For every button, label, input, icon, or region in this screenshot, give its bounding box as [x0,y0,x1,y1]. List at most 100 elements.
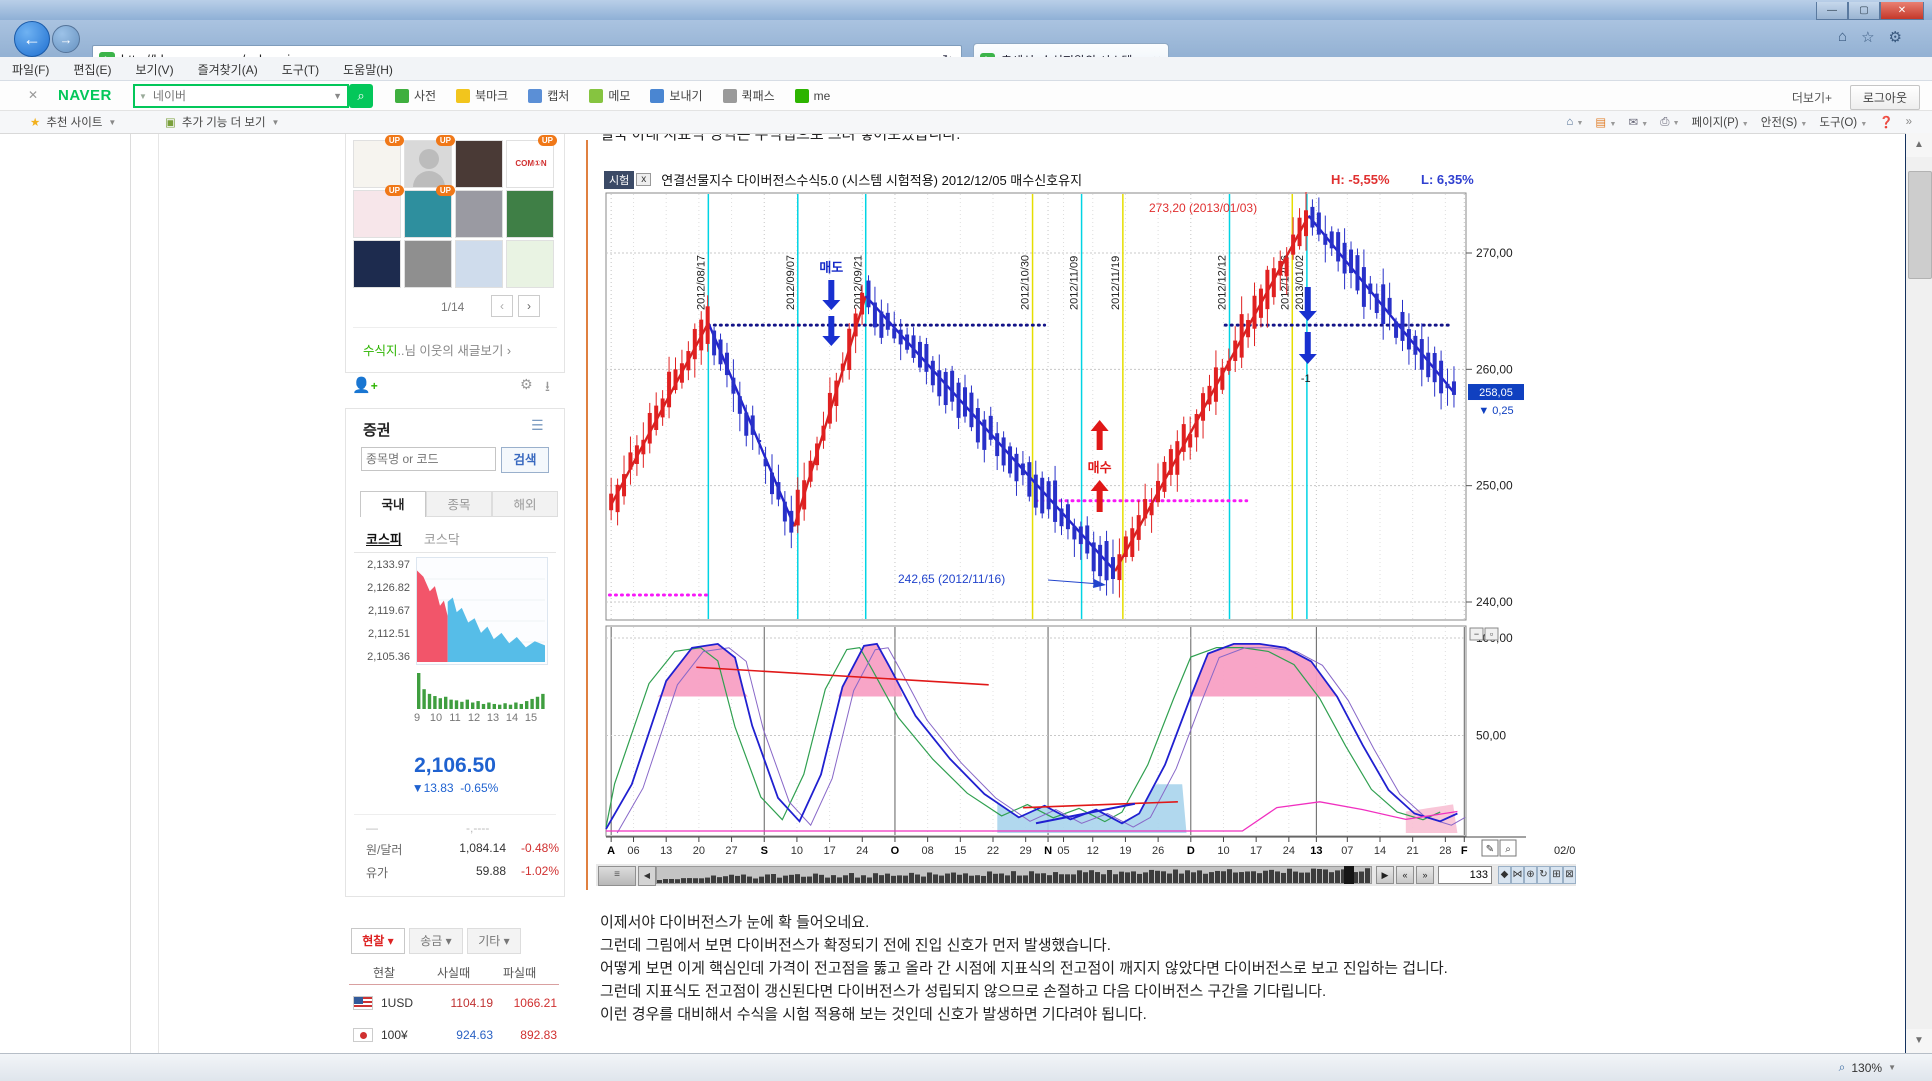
command-페이지(P)[interactable]: 페이지(P) ▼ [1692,114,1749,130]
scroll-left-button[interactable]: ◀ [638,866,656,886]
buddy-thumbnail[interactable] [506,190,554,238]
exchange-tab-현찰[interactable]: 현찰 ▾ [351,928,405,954]
toolbar-button-퀵패스[interactable]: 퀵패스 [713,81,785,110]
scroll-volume-silhouette [1239,872,1244,883]
search-dropdown-icon[interactable]: ▼ [135,92,151,101]
exchange-tab-기타[interactable]: 기타 ▾ [467,928,521,954]
buddy-thumbnail[interactable]: UP [353,140,401,188]
scroll-count-field[interactable]: 133 [1438,866,1492,884]
buddy-thumbnail[interactable] [506,240,554,288]
toolbar-button-북마크[interactable]: 북마크 [446,81,518,110]
stock-tab-국내[interactable]: 국내 [360,491,426,517]
scroll-down-arrow[interactable]: ▼ [1906,1029,1932,1053]
home-icon[interactable]: ⌂ ▼ [1566,116,1583,128]
favorites-star-icon[interactable]: ☆ [1861,28,1874,46]
close-window-button[interactable]: ✕ [1880,2,1924,20]
menu-보기(V)[interactable]: 보기(V) [123,57,185,78]
chart-toolbar-icon[interactable]: ◆ [1498,866,1511,884]
chart-toolbar-icon[interactable]: ⋈ [1511,866,1524,884]
toolbar-button-메모[interactable]: 메모 [579,81,640,110]
stock-tab-해외[interactable]: 해외 [492,491,558,517]
kospi-x-label: 10 [427,712,445,724]
overflow-chevron-icon[interactable]: » [1906,116,1912,128]
home-icon[interactable]: ⌂ [1838,28,1847,46]
toolbar-more-link[interactable]: 더보기+ [1792,89,1832,106]
jp-flag-circle [360,1032,367,1039]
widget-settings-gear-icon[interactable]: ⚙ [520,376,533,393]
scroll-track[interactable] [656,866,1372,884]
toolbar-button-보내기[interactable]: 보내기 [640,81,712,110]
back-button[interactable]: ← [14,21,50,57]
scroll-nav-button[interactable]: ▶ [1376,866,1394,884]
print-icon[interactable]: ⎙ ▼ [1660,116,1679,129]
maximize-button[interactable]: ▢ [1848,2,1880,20]
menu-도구(T)[interactable]: 도구(T) [270,57,331,78]
scroll-volume-silhouette [723,876,728,883]
list-view-icon[interactable]: ☰ [531,417,544,434]
stock-tab-종목[interactable]: 종목 [426,491,492,517]
chart-toolbar-icon[interactable]: ⊠ [1563,866,1576,884]
naver-search-button[interactable]: ⌕ [349,84,373,108]
scroll-volume-silhouette [933,874,938,883]
naver-logo[interactable]: NAVER [58,87,112,104]
scroll-thumb[interactable] [1908,171,1932,279]
toolbar-button-캡처[interactable]: 캡처 [518,81,579,110]
scroll-grip[interactable]: ≡ [598,866,636,886]
settings-gear-icon[interactable]: ⚙ [1889,28,1902,46]
stock-search-button[interactable]: 검색 [501,447,549,473]
browser-scrollbar[interactable]: ▲ ▼ [1906,133,1932,1053]
more-addons-button[interactable]: ▣ 추가 기능 더 보기 ▼ [165,114,279,130]
zoom-control[interactable]: ⌕ 130% ▼ [1839,1060,1896,1075]
toolbar-close-icon[interactable]: ✕ [28,88,38,102]
mail-icon[interactable]: ✉ ▼ [1628,115,1648,129]
help-icon[interactable]: ❓ [1879,115,1893,129]
toolbar-button-사전[interactable]: 사전 [385,81,446,110]
toolbar-button-me[interactable]: me [785,81,841,110]
buddy-thumbnail[interactable]: COM①NUP [506,140,554,188]
chart-toolbar-icon[interactable]: ↻ [1537,866,1550,884]
prev-page-button[interactable]: ‹ [491,295,513,317]
buddy-thumbnail[interactable] [455,140,503,188]
neighbor-new-posts-link[interactable]: 수식지..님 이웃의 새글보기 › [363,340,511,359]
add-buddy-icon[interactable]: 👤+ [352,376,378,394]
buddy-thumbnail[interactable] [353,240,401,288]
search-field-arrow-icon[interactable]: ▼ [328,91,347,101]
buddy-thumbnail[interactable]: UP [404,140,452,188]
market-subtab-코스피[interactable]: 코스피 [366,532,402,547]
buddy-thumbnail[interactable] [455,190,503,238]
forward-button[interactable]: → [52,25,80,53]
scroll-thumb[interactable] [1344,866,1354,884]
chart-toolbar-icon[interactable]: ⊞ [1550,866,1563,884]
candle [616,485,620,512]
scroll-volume-silhouette [1155,871,1160,883]
chart-toolbar-icon[interactable]: ⊕ [1524,866,1537,884]
recommended-sites-button[interactable]: ★ 추천 사이트 ▼ [30,114,116,130]
menu-파일(F)[interactable]: 파일(F) [0,57,61,78]
logout-button[interactable]: 로그아웃 [1850,85,1920,110]
menu-즐겨찾기(A)[interactable]: 즐겨찾기(A) [186,57,270,78]
feed-icon[interactable]: ▤ ▼ [1595,115,1616,129]
candle [1343,243,1347,274]
menu-도움말(H)[interactable]: 도움말(H) [331,57,405,78]
scroll-nav-button[interactable]: » [1416,866,1434,884]
stock-chart-image[interactable]: 시험 x 연결선물지수 다이버전스수식5.0 (시스템 시험적용) 2012/1… [596,168,1576,890]
menu-편집(E)[interactable]: 편집(E) [61,57,123,78]
command-안전(S)[interactable]: 안전(S) ▼ [1761,114,1808,130]
indicator-axis-label: 50,00 [1476,729,1506,743]
market-subtab-코스닥[interactable]: 코스닥 [424,532,460,547]
exchange-tab-송금[interactable]: 송금 ▾ [409,928,463,954]
buddy-thumbnail[interactable]: UP [353,190,401,238]
buddy-thumbnail[interactable] [455,240,503,288]
naver-search-input[interactable] [151,88,328,104]
widget-download-icon[interactable]: ⭳ [545,376,550,400]
volume-bar [482,704,485,709]
command-도구(O)[interactable]: 도구(O) ▼ [1819,114,1867,130]
buddy-thumbnail[interactable] [404,240,452,288]
buddy-thumbnail[interactable]: UP [404,190,452,238]
next-page-button[interactable]: › [518,295,540,317]
stock-search-input[interactable] [361,447,496,471]
scroll-up-arrow[interactable]: ▲ [1906,133,1932,157]
scroll-nav-button[interactable]: « [1396,866,1414,884]
candle [1227,361,1231,371]
minimize-button[interactable]: — [1816,2,1848,20]
